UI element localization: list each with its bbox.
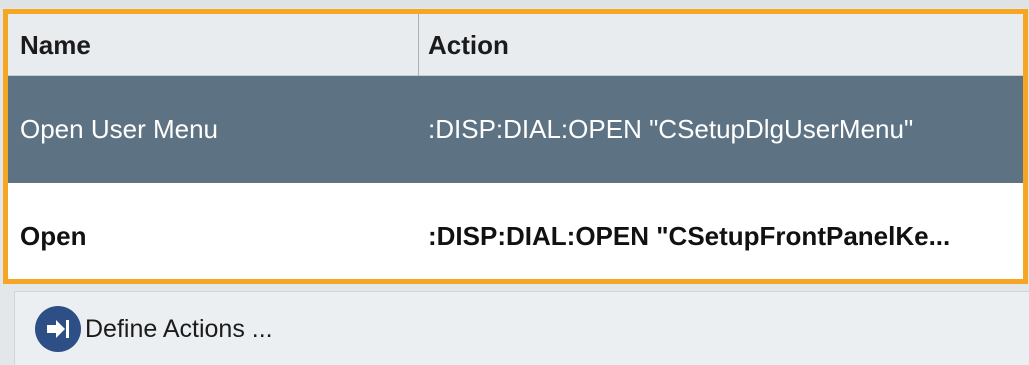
define-actions-button[interactable]: Define Actions ... <box>35 304 273 354</box>
row-name-cell: Open <box>20 221 87 251</box>
column-divider[interactable] <box>418 14 419 76</box>
table-row-selected[interactable]: Open User Menu :DISP:DIAL:OPEN "CSetupDl… <box>8 76 1023 183</box>
row-name-cell: Open User Menu <box>20 114 218 144</box>
define-actions-label: Define Actions ... <box>85 314 273 343</box>
column-header-action[interactable]: Action <box>428 14 1008 76</box>
row-action-cell: :DISP:DIAL:OPEN "CSetupDlgUserMenu" <box>428 114 914 144</box>
column-header-name[interactable]: Name <box>20 14 410 76</box>
actions-panel: Define Actions ... <box>14 291 1029 365</box>
table-header: Name Action <box>8 14 1023 76</box>
top-bar <box>0 0 1029 8</box>
row-action-cell: :DISP:DIAL:OPEN "CSetupFrontPanelKe... <box>428 221 951 251</box>
table-row[interactable]: Open :DISP:DIAL:OPEN "CSetupFrontPanelKe… <box>8 183 1023 279</box>
user-actions-table[interactable]: Name Action Open User Menu :DISP:DIAL:OP… <box>3 9 1028 284</box>
arrow-right-icon <box>35 306 81 352</box>
